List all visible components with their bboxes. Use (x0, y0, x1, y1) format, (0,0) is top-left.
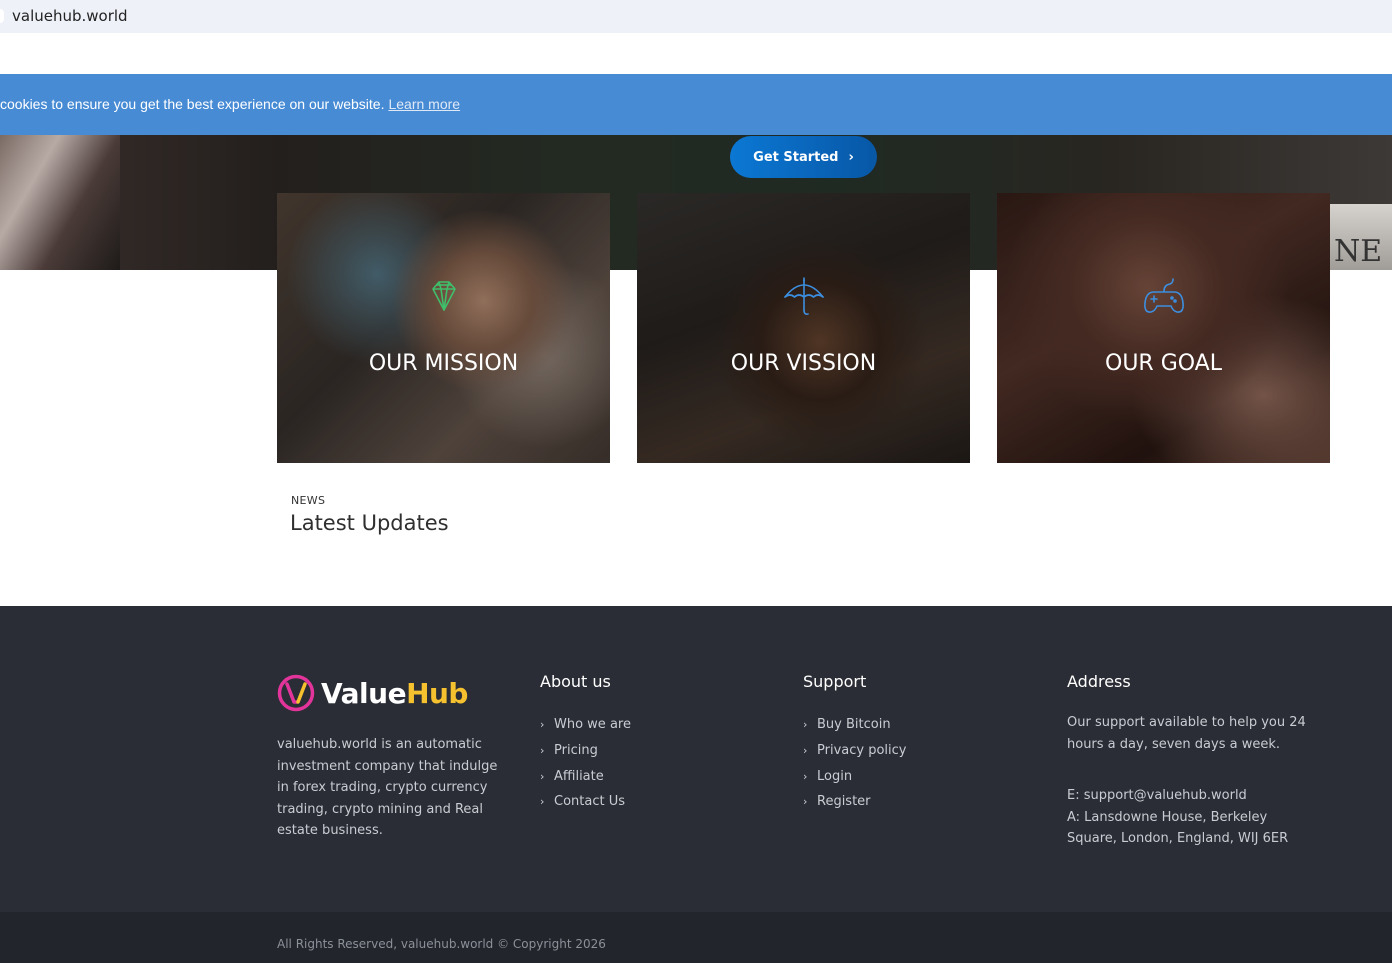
office-address: A: Lansdowne House, Berkeley Square, Lon… (1067, 809, 1289, 847)
card-our-vission[interactable]: OUR VISSION (637, 193, 970, 463)
footer-link-label: Buy Bitcoin (817, 717, 891, 733)
footer-link-label: Contact Us (554, 794, 625, 810)
footer-link-label: Pricing (554, 743, 598, 759)
footer-link-pricing[interactable]: › Pricing (540, 738, 631, 764)
learn-more-link[interactable]: Learn more (388, 96, 460, 112)
contact-details: E: support@valuehub.world A: Lansdowne H… (1067, 785, 1317, 850)
support-heading: Support (803, 672, 867, 691)
footer-link-buy-bitcoin[interactable]: › Buy Bitcoin (803, 712, 906, 738)
card-our-mission[interactable]: OUR MISSION (277, 193, 610, 463)
logo-wordmark-hub: Hub (406, 676, 468, 710)
card-overlay (637, 193, 970, 463)
card-title: OUR MISSION (368, 351, 519, 376)
footer (0, 606, 1392, 912)
footer-link-label: Register (817, 794, 871, 810)
about-us-links: › Who we are › Pricing › Affiliate › Contact… (540, 712, 631, 815)
logo-mark-icon (277, 674, 315, 712)
gamepad-icon (997, 277, 1330, 315)
valuehub-logo[interactable]: ValueHub (277, 673, 468, 713)
cookie-message-text: cookies to ensure you get the best exper… (0, 96, 385, 112)
diamond-icon (277, 277, 610, 315)
hero-newspaper-text: NE (1334, 234, 1383, 269)
hero-image-right: NE (1330, 204, 1392, 270)
footer-link-register[interactable]: › Register (803, 789, 906, 815)
support-email[interactable]: E: support@valuehub.world (1067, 785, 1317, 807)
browser-address-bar[interactable]: valuehub.world (0, 0, 1392, 33)
url-text[interactable]: valuehub.world (12, 7, 128, 25)
chevron-right-icon: › (540, 795, 545, 809)
card-overlay (997, 193, 1330, 463)
logo-wordmark: ValueHub (321, 677, 468, 710)
chevron-right-icon: › (803, 769, 808, 783)
logo-wordmark-value: Value (321, 676, 407, 710)
chevron-right-icon: › (803, 795, 808, 809)
footer-bottom-bar (0, 912, 1392, 963)
company-description: valuehub.world is an automatic investmen… (277, 737, 498, 838)
footer-link-affiliate[interactable]: › Affiliate (540, 763, 631, 789)
footer-link-label: Who we are (554, 717, 631, 733)
chevron-right-icon: › (540, 718, 545, 732)
hero-image-left (0, 134, 120, 270)
footer-link-label: Affiliate (554, 768, 604, 784)
footer-link-login[interactable]: › Login (803, 763, 906, 789)
card-our-goal[interactable]: OUR GOAL (997, 193, 1330, 463)
footer-link-privacy-policy[interactable]: › Privacy policy (803, 738, 906, 764)
card-overlay (277, 193, 610, 463)
news-heading: Latest Updates (290, 511, 449, 535)
support-links: › Buy Bitcoin › Privacy policy › Login › Reg… (803, 712, 906, 815)
get-started-button[interactable]: Get Started › (730, 136, 877, 178)
chevron-right-icon: › (803, 718, 808, 732)
address-heading: Address (1067, 672, 1131, 691)
cookie-consent-bar: cookies to ensure you get the best exper… (0, 74, 1392, 135)
news-kicker: NEWS (291, 494, 326, 507)
chevron-right-icon: › (803, 744, 808, 758)
card-title: OUR GOAL (1105, 351, 1222, 376)
cookie-message: cookies to ensure you get the best exper… (0, 96, 460, 112)
chevron-right-icon: › (540, 769, 545, 783)
footer-link-contact-us[interactable]: › Contact Us (540, 789, 631, 815)
copyright-text: All Rights Reserved, valuehub.world © Co… (277, 937, 606, 951)
chevron-right-icon: › (848, 149, 854, 165)
umbrella-icon (637, 277, 970, 315)
address-bar-edge (0, 9, 4, 23)
footer-link-label: Login (817, 768, 853, 784)
chevron-right-icon: › (540, 744, 545, 758)
get-started-label: Get Started (753, 149, 839, 165)
about-us-heading: About us (540, 672, 611, 691)
card-title: OUR VISSION (730, 351, 877, 376)
support-availability-text: Our support available to help you 24 hou… (1067, 715, 1306, 752)
footer-link-who-we-are[interactable]: › Who we are (540, 712, 631, 738)
footer-link-label: Privacy policy (817, 743, 907, 759)
